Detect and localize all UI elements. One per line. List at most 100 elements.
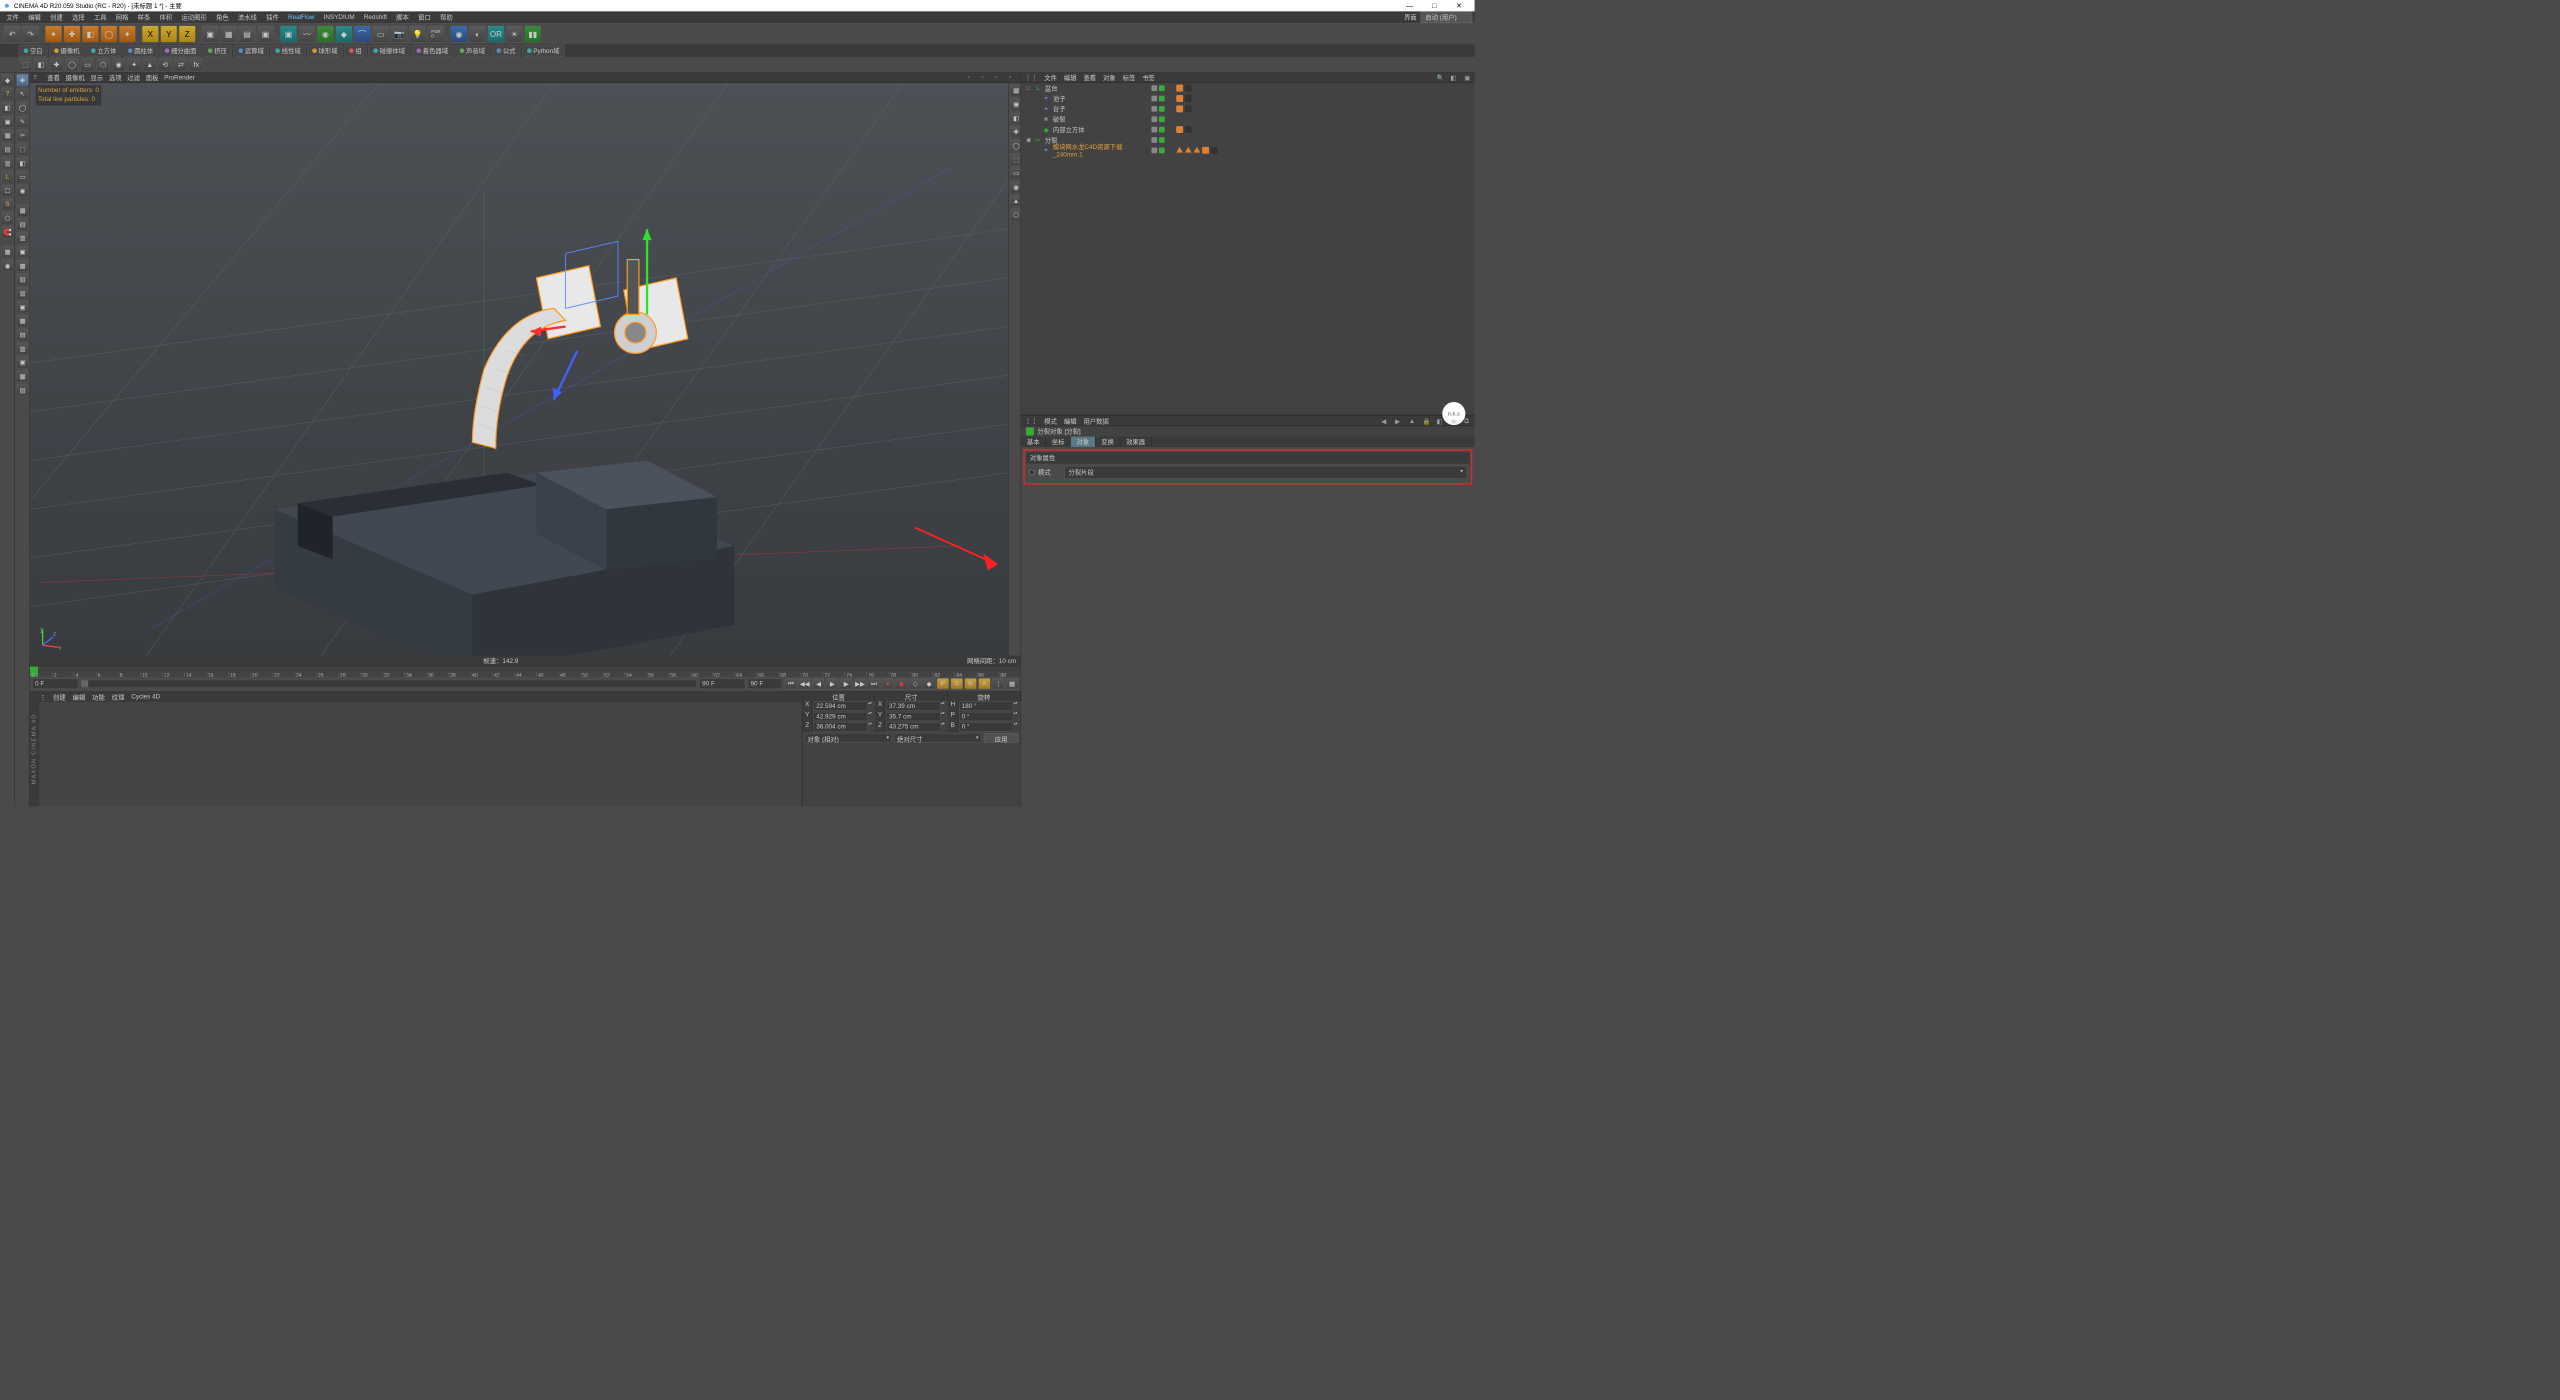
mat-menu-item[interactable]: 纹理 [112, 692, 125, 701]
next-key-button[interactable]: ▶▶ [854, 678, 867, 690]
search-icon[interactable]: 🔍 [1437, 74, 1444, 81]
viewport-3d[interactable]: Number of emitters: 0 Total live particl… [30, 83, 1008, 656]
size-field[interactable]: 37.39 cm [886, 702, 940, 711]
icon-button[interactable]: ◯ [16, 101, 29, 114]
attr-tab[interactable]: 效果器 [1120, 437, 1151, 447]
end-frame-field[interactable]: 90 F [699, 679, 745, 689]
menu-item[interactable]: 文件 [2, 12, 23, 24]
rot-field[interactable]: 0 ° [959, 722, 1013, 731]
panel-icon[interactable]: ▣ [1464, 74, 1471, 81]
picture-viewer-button[interactable]: ▣ [257, 25, 274, 42]
move-mode-button[interactable]: ✚ [16, 74, 29, 87]
prev-frame-button[interactable]: ◀ [812, 678, 825, 690]
icon-button[interactable]: ▦ [16, 314, 29, 327]
panel-icon[interactable]: ◧ [1450, 74, 1457, 81]
viewport-icon[interactable]: ▫ [968, 73, 976, 81]
render-region-button[interactable]: ▦ [220, 25, 237, 42]
to-end-button[interactable]: ⏭ [867, 678, 880, 690]
object-row[interactable]: ⌖台子 [1021, 104, 1474, 114]
icon-button[interactable]: ✂ [16, 129, 29, 142]
attr-menu-item[interactable]: 模式 [1044, 416, 1057, 425]
attr-menu-item[interactable]: 用户数据 [1083, 416, 1108, 425]
icon-button[interactable]: ▤ [16, 328, 29, 341]
undo-button[interactable]: ↶ [3, 25, 20, 42]
view-menu-item[interactable]: 选项 [109, 73, 122, 82]
coord-size-select[interactable]: 绝对尺寸▾ [894, 733, 981, 742]
icon-button[interactable]: ▥ [16, 232, 29, 245]
rot-field[interactable]: 0 ° [959, 712, 1013, 721]
object-row[interactable]: ⌖模块网水龙C4D资源下载_240mm.1 [1021, 145, 1474, 155]
layout-selector[interactable]: 启动 (用户) [1420, 12, 1472, 24]
icon-button[interactable]: ☐ [1, 184, 14, 197]
icon-button[interactable]: ▥ [16, 342, 29, 355]
menu-item[interactable]: INSYDIUM [320, 13, 359, 22]
coord-space-select[interactable]: 对象 (相对)▾ [805, 733, 892, 742]
rotate-tool-button[interactable]: ◯ [100, 25, 117, 42]
view-menu-item[interactable]: 过滤 [127, 73, 140, 82]
cube-primitive-button[interactable]: ▣ [280, 25, 297, 42]
obj-menu-item[interactable]: 文件 [1044, 73, 1057, 82]
object-name[interactable]: 模块网水龙C4D资源下载_240mm.1 [1052, 142, 1152, 158]
tool-icon[interactable]: ⟲ [158, 57, 172, 71]
key-r-button[interactable]: R [964, 678, 977, 690]
palette-button[interactable]: 细分曲面 [160, 45, 202, 57]
tool-icon[interactable]: ◧ [34, 57, 48, 71]
mat-menu-item[interactable]: 功能 [92, 692, 105, 701]
tool-icon[interactable]: ⬚ [18, 57, 32, 71]
minimize-button[interactable]: — [1397, 0, 1421, 10]
palette-button[interactable]: 公式 [491, 45, 520, 57]
last-tool-button[interactable]: ✦ [119, 25, 136, 42]
autokey-button[interactable]: ◉ [895, 678, 908, 690]
move-tool-button[interactable]: ✚ [63, 25, 80, 42]
maximize-button[interactable]: □ [1422, 0, 1446, 10]
attr-menu-item[interactable]: 编辑 [1064, 416, 1077, 425]
mat-menu-item[interactable]: Cycles 4D [131, 694, 160, 701]
view-menu-item[interactable]: 显示 [90, 73, 103, 82]
object-name[interactable]: 台子 [1052, 104, 1066, 113]
key-button[interactable]: ◇ [909, 678, 922, 690]
palette-button[interactable]: 线性域 [270, 45, 306, 57]
lock-icon[interactable]: 🔒 [1423, 417, 1430, 424]
camera-button[interactable]: 📷 [391, 25, 408, 42]
to-start-button[interactable]: ⏮ [785, 678, 798, 690]
menu-item[interactable]: 窗口 [414, 12, 435, 24]
pos-field[interactable]: 22.594 cm [813, 702, 867, 711]
palette-button[interactable]: 立方体 [86, 45, 122, 57]
pos-field[interactable]: 36.004 cm [813, 722, 867, 731]
palette-button[interactable]: 碰撞体域 [368, 45, 410, 57]
menu-item[interactable]: 体积 [156, 12, 177, 24]
menu-item[interactable]: 插件 [262, 12, 283, 24]
key-opts-button[interactable]: ▦ [1006, 678, 1019, 690]
palette-button[interactable]: 挤压 [203, 45, 232, 57]
render-settings-button[interactable]: ▤ [238, 25, 255, 42]
object-name[interactable]: 破裂 [1052, 115, 1066, 124]
object-name[interactable]: 内部立方体 [1052, 125, 1085, 134]
palette-button[interactable]: 球形域 [307, 45, 343, 57]
key-a-button[interactable]: A [978, 678, 991, 690]
icon-button[interactable]: ▣ [1, 115, 14, 128]
menu-item[interactable]: 工具 [90, 12, 111, 24]
obj-menu-item[interactable]: 查看 [1083, 73, 1096, 82]
spline-pen-button[interactable]: 〰 [298, 25, 315, 42]
frame-track[interactable] [81, 680, 697, 688]
obj-menu-item[interactable]: 编辑 [1064, 73, 1077, 82]
dynamics-button[interactable]: ▮▮ [524, 25, 541, 42]
attr-tab[interactable]: 对象 [1071, 437, 1096, 447]
close-button[interactable]: ✕ [1447, 0, 1471, 10]
viewport-icon[interactable]: ▫ [995, 73, 1003, 81]
tag-icon[interactable] [1185, 85, 1192, 92]
attr-tab[interactable]: 变换 [1096, 437, 1121, 447]
coord-apply-button[interactable]: 应用 [984, 733, 1019, 742]
icon-button[interactable]: ▣ [16, 301, 29, 314]
subdiv-button[interactable]: ◉ [317, 25, 334, 42]
y-axis-button[interactable]: Y [160, 25, 177, 42]
render-view-button[interactable]: ▣ [202, 25, 219, 42]
tag-icon[interactable] [1185, 147, 1192, 153]
timeline-ruler[interactable]: 0246810121416182022242628303234363840424… [30, 666, 1021, 676]
redo-button[interactable]: ↷ [22, 25, 39, 42]
tool-icon[interactable]: ✦ [127, 57, 141, 71]
icon-button[interactable]: ▦ [16, 204, 29, 217]
icon-button[interactable]: ▤ [16, 218, 29, 231]
icon-button[interactable]: ▥ [1, 157, 14, 170]
icon-button[interactable]: ▣ [16, 245, 29, 258]
